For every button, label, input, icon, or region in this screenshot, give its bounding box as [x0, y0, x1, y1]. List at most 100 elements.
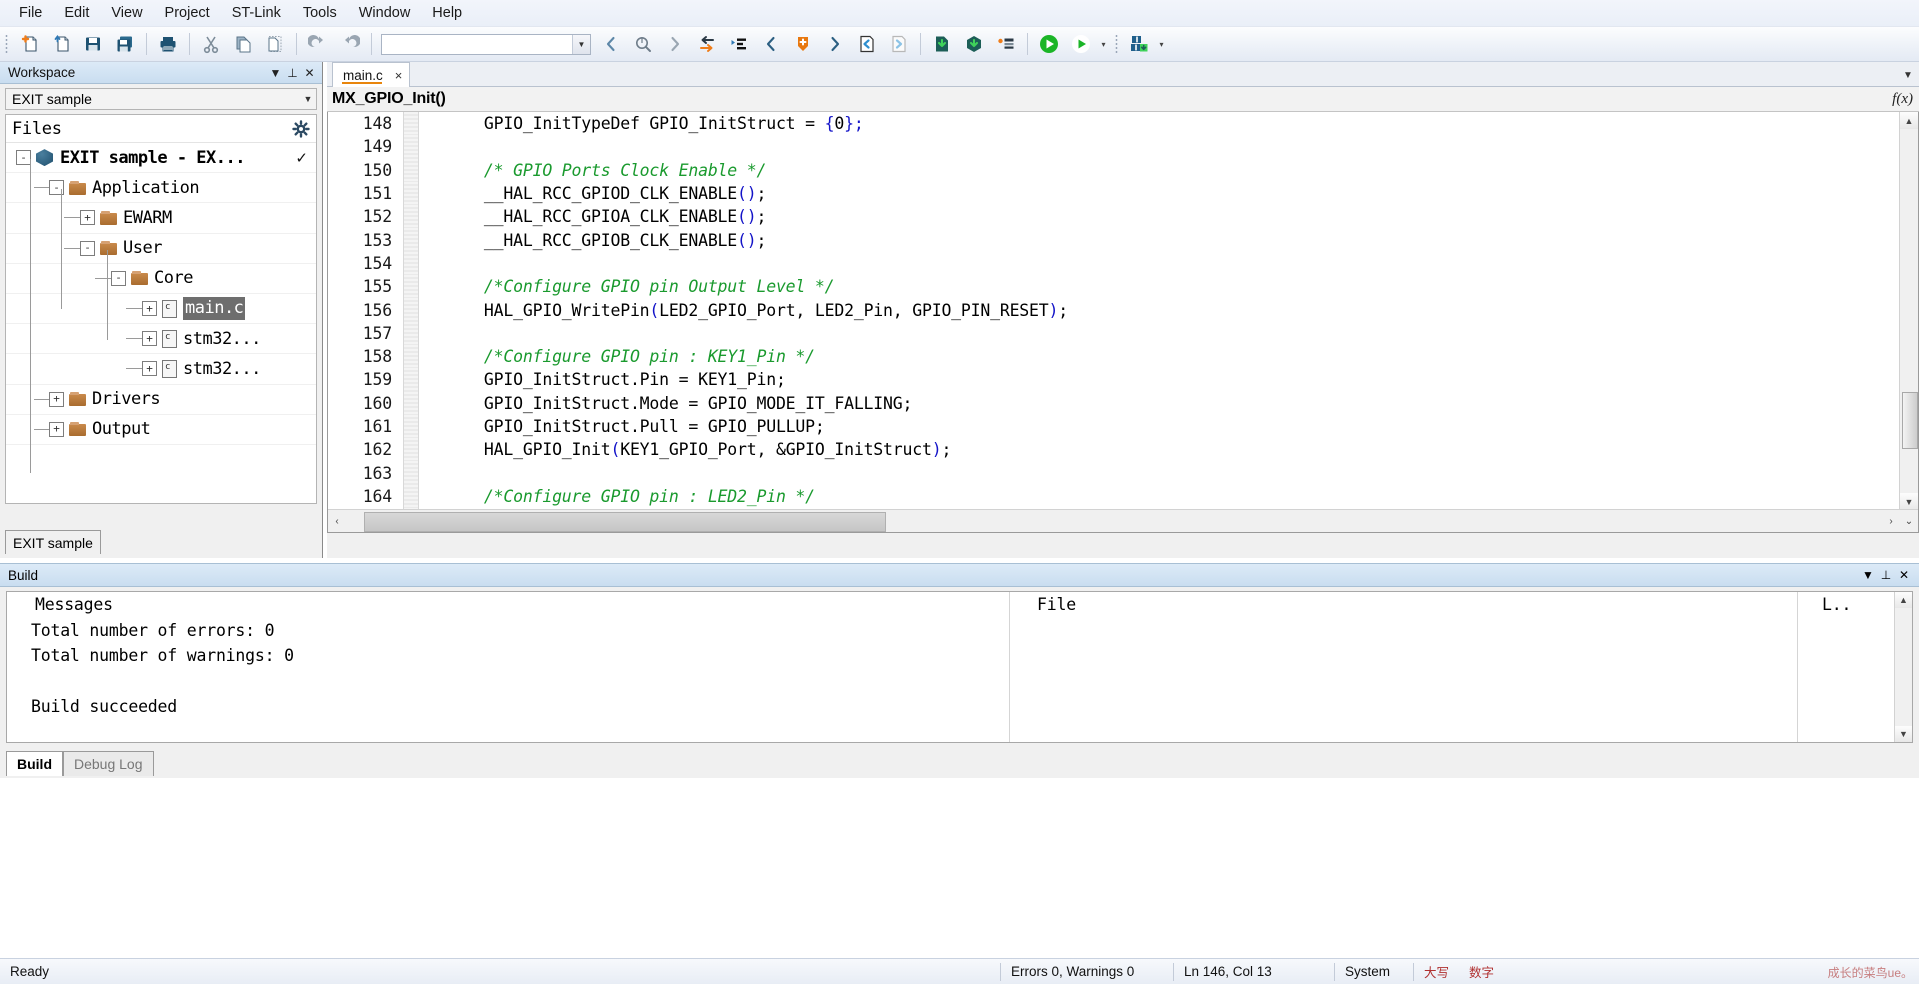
- tree-row-stm32-1[interactable]: + stm32...: [6, 324, 316, 354]
- expander-toggle[interactable]: +: [49, 422, 64, 437]
- menu-item-file[interactable]: File: [8, 1, 53, 25]
- goto-bookmark-icon[interactable]: [724, 29, 754, 59]
- fold-margin[interactable]: [403, 275, 419, 298]
- new-document-icon[interactable]: [14, 29, 44, 59]
- code-text[interactable]: GPIO_InitTypeDef GPIO_InitStruct = {0};: [419, 114, 1900, 133]
- menu-item-window[interactable]: Window: [348, 1, 422, 25]
- download-and-debug-icon[interactable]: [1034, 29, 1064, 59]
- scroll-left-icon[interactable]: ‹: [328, 516, 346, 527]
- previous-bookmark-icon[interactable]: [756, 29, 786, 59]
- replace-icon[interactable]: [692, 29, 722, 59]
- code-line[interactable]: 153 __HAL_RCC_GPIOB_CLK_ENABLE();: [328, 228, 1900, 251]
- fold-margin[interactable]: [403, 112, 419, 135]
- scroll-up-icon[interactable]: ▲: [1895, 592, 1912, 608]
- code-line[interactable]: 164 /*Configure GPIO pin : LED2_Pin */: [328, 485, 1900, 508]
- tab-build[interactable]: Build: [6, 751, 63, 776]
- tree-row-core[interactable]: - Core: [6, 264, 316, 294]
- next-bookmark-icon[interactable]: [820, 29, 850, 59]
- paste-icon[interactable]: [260, 29, 290, 59]
- fold-margin[interactable]: [403, 461, 419, 484]
- print-icon[interactable]: [153, 29, 183, 59]
- function-navigation-bar[interactable]: MX_GPIO_Init() f(x): [327, 87, 1919, 112]
- tree-row-user[interactable]: - User: [6, 234, 316, 264]
- code-line[interactable]: 161 GPIO_InitStruct.Pull = GPIO_PULLUP;: [328, 415, 1900, 438]
- chevron-down-icon[interactable]: ▼: [300, 94, 316, 104]
- fold-margin[interactable]: [403, 415, 419, 438]
- undo-icon[interactable]: [303, 29, 333, 59]
- close-icon[interactable]: ✕: [1895, 568, 1913, 582]
- expander-toggle[interactable]: +: [142, 331, 157, 346]
- tree-row-output[interactable]: + Output: [6, 415, 316, 445]
- search-combo[interactable]: ▼: [381, 34, 591, 55]
- code-line[interactable]: 160 GPIO_InitStruct.Mode = GPIO_MODE_IT_…: [328, 392, 1900, 415]
- chevron-down-icon[interactable]: ▼: [1859, 568, 1877, 582]
- tree-row-ewarm[interactable]: + EWARM: [6, 203, 316, 233]
- chevron-down-icon[interactable]: ▾: [1097, 30, 1110, 58]
- fold-margin[interactable]: [403, 392, 419, 415]
- fold-margin[interactable]: [403, 182, 419, 205]
- editor-horizontal-scrollbar[interactable]: ‹ › ⌄: [328, 509, 1918, 532]
- code-line[interactable]: 162 HAL_GPIO_Init(KEY1_GPIO_Port, &GPIO_…: [328, 438, 1900, 461]
- build-messages-list[interactable]: Messages File L.. Total number of errors…: [6, 591, 1913, 743]
- fold-margin[interactable]: [403, 205, 419, 228]
- open-document-icon[interactable]: [46, 29, 76, 59]
- code-text[interactable]: __HAL_RCC_GPIOD_CLK_ENABLE();: [419, 184, 1900, 203]
- expander-toggle[interactable]: -: [16, 150, 31, 165]
- copy-icon[interactable]: [228, 29, 258, 59]
- expander-toggle[interactable]: -: [80, 241, 95, 256]
- chevron-down-icon[interactable]: ▼: [267, 66, 284, 80]
- scroll-right-icon[interactable]: ›: [1882, 516, 1900, 527]
- code-text[interactable]: GPIO_InitStruct.Mode = GPIO_MODE_IT_FALL…: [419, 394, 1900, 413]
- debug-without-download-icon[interactable]: [1066, 29, 1096, 59]
- save-icon[interactable]: [78, 29, 108, 59]
- code-line[interactable]: 158 /*Configure GPIO pin : KEY1_Pin */: [328, 345, 1900, 368]
- expander-toggle[interactable]: -: [111, 271, 126, 286]
- editor-vertical-scrollbar[interactable]: ▲ ▼: [1899, 112, 1918, 510]
- fold-margin[interactable]: [403, 252, 419, 275]
- fold-margin[interactable]: [403, 485, 419, 508]
- code-line[interactable]: 159 GPIO_InitStruct.Pin = KEY1_Pin;: [328, 368, 1900, 391]
- menu-item-help[interactable]: Help: [421, 1, 473, 25]
- build-row[interactable]: Total number of warnings: 0: [7, 643, 1912, 668]
- code-text[interactable]: HAL_GPIO_WritePin(LED2_GPIO_Port, LED2_P…: [419, 301, 1900, 320]
- code-text[interactable]: /*Configure GPIO pin Output Level */: [419, 277, 1900, 296]
- code-text[interactable]: /*Configure GPIO pin : KEY1_Pin */: [419, 347, 1900, 366]
- code-text[interactable]: GPIO_InitStruct.Pin = KEY1_Pin;: [419, 370, 1900, 389]
- code-text[interactable]: /* GPIO Ports Clock Enable */: [419, 161, 1900, 180]
- compile-icon[interactable]: [927, 29, 957, 59]
- chevron-down-icon-2[interactable]: ▾: [1155, 30, 1168, 58]
- code-text[interactable]: __HAL_RCC_GPIOA_CLK_ENABLE();: [419, 207, 1900, 226]
- gear-icon[interactable]: [292, 120, 310, 138]
- toggle-bookmark-icon[interactable]: [788, 29, 818, 59]
- build-row[interactable]: [7, 668, 1912, 693]
- menu-item-st-link[interactable]: ST-Link: [221, 1, 292, 25]
- find-previous-icon[interactable]: [596, 29, 626, 59]
- chevron-down-icon[interactable]: ▼: [572, 35, 590, 54]
- tab-debug-log[interactable]: Debug Log: [63, 751, 154, 776]
- code-text[interactable]: __HAL_RCC_GPIOB_CLK_ENABLE();: [419, 231, 1900, 250]
- tab-list-chevron-down-icon[interactable]: ▼: [1897, 64, 1919, 86]
- code-line[interactable]: 149: [328, 135, 1900, 158]
- find-icon[interactable]: [628, 29, 658, 59]
- find-next-icon[interactable]: [660, 29, 690, 59]
- build-all-icon[interactable]: [991, 29, 1021, 59]
- vertical-scroll-thumb[interactable]: [1902, 392, 1918, 449]
- code-line[interactable]: 152 __HAL_RCC_GPIOA_CLK_ENABLE();: [328, 205, 1900, 228]
- code-area[interactable]: 148 GPIO_InitTypeDef GPIO_InitStruct = {…: [328, 112, 1900, 510]
- fold-margin[interactable]: [403, 228, 419, 251]
- fold-margin[interactable]: [403, 322, 419, 345]
- build-vertical-scrollbar[interactable]: ▲ ▼: [1894, 592, 1912, 742]
- build-row[interactable]: Total number of errors: 0: [7, 617, 1912, 642]
- menu-item-project[interactable]: Project: [154, 1, 221, 25]
- close-icon[interactable]: ×: [395, 68, 403, 83]
- redo-icon[interactable]: [335, 29, 365, 59]
- build-row[interactable]: Build succeeded: [7, 694, 1912, 719]
- code-line[interactable]: 157: [328, 322, 1900, 345]
- code-line[interactable]: 154: [328, 252, 1900, 275]
- tree-row-main-c[interactable]: + main.c: [6, 294, 316, 324]
- save-all-icon[interactable]: [110, 29, 140, 59]
- cut-icon[interactable]: [196, 29, 226, 59]
- scroll-up-icon[interactable]: ▲: [1900, 112, 1918, 129]
- navigate-forward-icon[interactable]: [884, 29, 914, 59]
- pin-icon[interactable]: ⊥: [1877, 568, 1895, 582]
